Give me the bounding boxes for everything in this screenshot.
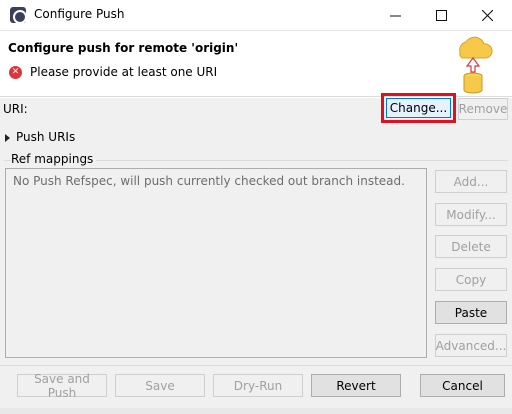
add-button[interactable]: Add... (435, 170, 507, 193)
dry-run-button[interactable]: Dry-Run (213, 374, 303, 397)
save-button[interactable]: Save (115, 374, 205, 397)
status-strip (0, 408, 512, 414)
change-uri-button[interactable]: Change... (386, 98, 451, 118)
ref-mappings-placeholder: No Push Refspec, will push currently che… (13, 174, 405, 188)
eclipse-app-icon (10, 7, 27, 24)
modify-button[interactable]: Modify... (435, 203, 507, 226)
title-bar: Configure Push (0, 0, 512, 31)
revert-button[interactable]: Revert (311, 374, 401, 397)
chevron-right-icon (5, 133, 10, 142)
window-title: Configure Push (34, 7, 125, 21)
uri-label: URI: (3, 102, 28, 116)
bottom-separator (0, 365, 512, 366)
error-message: Please provide at least one URI (30, 65, 218, 79)
maximize-icon[interactable] (418, 0, 464, 30)
copy-button[interactable]: Copy (435, 268, 507, 291)
push-uris-label: Push URIs (16, 130, 76, 144)
push-uris-toggle[interactable]: Push URIs (5, 130, 75, 144)
ref-mappings-label: Ref mappings (11, 152, 97, 166)
paste-button[interactable]: Paste (435, 301, 507, 324)
dialog-header: Configure push for remote 'origin' ✕ Ple… (0, 31, 512, 97)
dialog-title: Configure push for remote 'origin' (8, 41, 239, 55)
save-and-push-button[interactable]: Save and Push (17, 372, 107, 400)
error-icon: ✕ (9, 66, 22, 79)
dialog-content: URI: Change... Remove Push URIs Ref mapp… (0, 93, 512, 414)
advanced-button[interactable]: Advanced... (435, 334, 507, 357)
cancel-button[interactable]: Cancel (420, 374, 505, 397)
cloud-push-icon (459, 36, 493, 94)
ref-mappings-list[interactable]: No Push Refspec, will push currently che… (5, 168, 427, 358)
close-icon[interactable] (464, 0, 510, 30)
minimize-icon[interactable] (372, 0, 418, 30)
remove-uri-button[interactable]: Remove (458, 98, 508, 120)
delete-button[interactable]: Delete (435, 235, 507, 258)
